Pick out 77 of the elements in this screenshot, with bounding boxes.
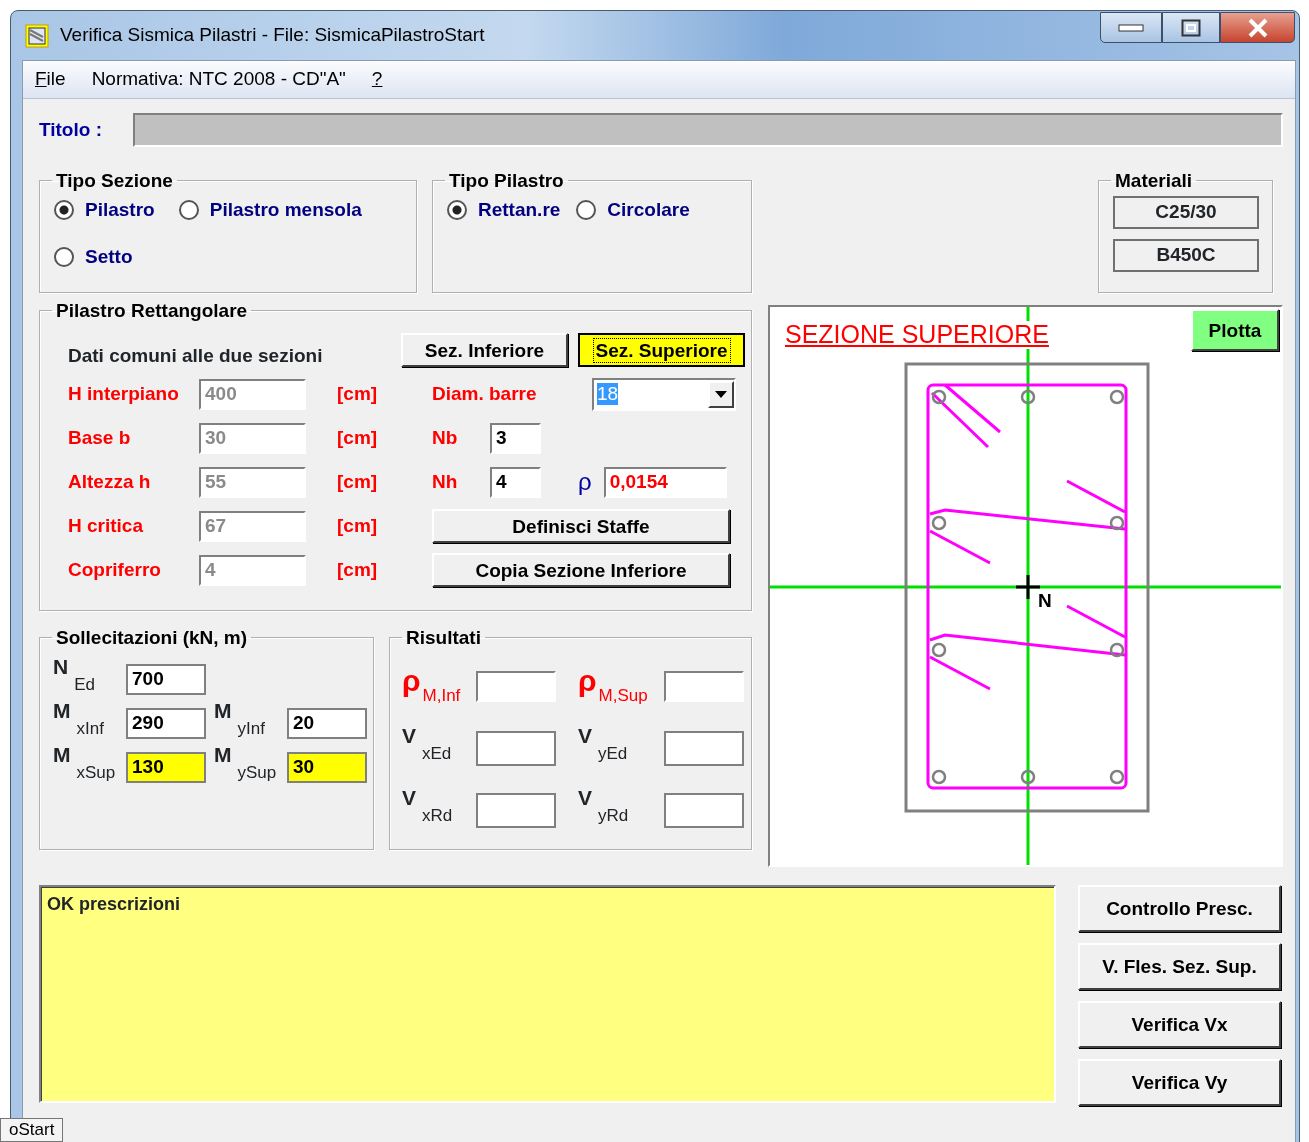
- field-label: ρ$_{M,Sup}$: [578, 664, 648, 708]
- field-label: Base b: [68, 425, 132, 450]
- close-button[interactable]: [1220, 12, 1295, 43]
- message-area: OK prescrizioni: [39, 885, 1056, 1103]
- action-button[interactable]: Copia Sezione Inferiore: [432, 553, 730, 587]
- radio-option[interactable]: Pilastro mensola: [178, 196, 362, 225]
- section-toggle-button[interactable]: Sez. Inferiore: [401, 333, 568, 367]
- radio-option[interactable]: Circolare: [576, 196, 690, 225]
- input-field[interactable]: 290: [126, 707, 206, 739]
- field-label: Copriferro: [68, 557, 162, 582]
- minimize-icon: [1118, 22, 1144, 33]
- field-label: Nh: [432, 469, 459, 494]
- section-title: SEZIONE SUPERIORE: [785, 321, 1049, 349]
- radio-icon[interactable]: [576, 200, 597, 221]
- input-field[interactable]: 20: [287, 707, 367, 739]
- material-field: B450C: [1113, 239, 1259, 272]
- radio-icon[interactable]: [447, 200, 467, 221]
- input-field[interactable]: 4: [490, 466, 541, 498]
- input-field[interactable]: 0,0154: [603, 466, 727, 498]
- radio-icon[interactable]: [54, 200, 74, 221]
- unit-label: [cm]: [337, 426, 378, 448]
- field-label: ρ$_{M,Inf}$: [402, 664, 461, 708]
- section-toggle-button[interactable]: Sez. Superiore: [578, 333, 745, 367]
- group-title: Tipo Sezione: [55, 171, 174, 190]
- action-button[interactable]: V. Fles. Sez. Sup.: [1078, 943, 1281, 990]
- input-field[interactable]: 30: [287, 751, 367, 783]
- material-field: C25/30: [1113, 196, 1259, 229]
- input-field[interactable]: [664, 670, 744, 702]
- group-title: Materiali: [1114, 171, 1194, 190]
- minimize-button[interactable]: [1100, 12, 1162, 43]
- input-field[interactable]: [476, 670, 556, 702]
- caret-icon: [715, 390, 727, 398]
- field-label: Diam. barre: [432, 381, 538, 406]
- radio-option[interactable]: Setto: [54, 242, 133, 271]
- group-title: Tipo Pilastro: [448, 171, 565, 190]
- menu-item[interactable]: ?: [371, 65, 383, 94]
- action-button[interactable]: Verifica Vy: [1078, 1059, 1281, 1106]
- window-title: Verifica Sismica Pilastri - File: SismicaPilastroStart: [60, 23, 485, 48]
- unit-label: [cm]: [337, 558, 378, 580]
- centroid-label: N: [1038, 590, 1052, 611]
- unit-label: [cm]: [337, 382, 378, 404]
- radio-option[interactable]: Pilastro: [54, 196, 155, 225]
- dropdown-arrow-button[interactable]: [708, 380, 734, 408]
- app-icon: [25, 23, 49, 48]
- action-button[interactable]: Controllo Presc.: [1078, 885, 1281, 932]
- title-label: Titolo :: [39, 117, 103, 142]
- radio-icon[interactable]: [178, 200, 199, 221]
- unit-label: [cm]: [337, 514, 378, 536]
- input-field[interactable]: 3: [490, 422, 541, 454]
- field-label: Nb: [432, 425, 459, 450]
- group-title: Sollecitazioni (kN, m): [55, 628, 249, 647]
- radio-icon[interactable]: [54, 246, 74, 267]
- action-button[interactable]: Definisci Staffe: [432, 509, 730, 543]
- maximize-icon: [1181, 18, 1201, 37]
- input-field[interactable]: 130: [126, 751, 206, 783]
- group-title: Pilastro Rettangolare: [55, 301, 249, 320]
- field-label: Altezza h: [68, 469, 152, 494]
- taskbar-tooltip: oStart: [0, 1118, 64, 1142]
- input-field[interactable]: 700: [126, 663, 206, 695]
- group-title: Risultati: [405, 628, 482, 647]
- field-label: H interpiano: [68, 381, 180, 406]
- input-field[interactable]: [664, 792, 744, 828]
- menu-item[interactable]: Normativa: NTC 2008 - CD"A": [91, 65, 346, 94]
- menu-item[interactable]: File: [35, 65, 66, 94]
- unit-label: [cm]: [337, 470, 378, 492]
- radio-option[interactable]: Rettan.re: [447, 196, 561, 225]
- rho-label: ρ: [578, 467, 592, 497]
- action-button[interactable]: Verifica Vx: [1078, 1001, 1281, 1048]
- maximize-button[interactable]: [1162, 12, 1220, 43]
- field-label: H critica: [68, 513, 144, 538]
- input-field[interactable]: [664, 730, 744, 766]
- section-subtitle: Dati comuni alle due sezioni: [68, 343, 324, 368]
- title-field[interactable]: [133, 113, 1283, 147]
- input-field[interactable]: [476, 792, 556, 828]
- plot-button[interactable]: Plotta: [1191, 309, 1279, 351]
- selected-value: 18: [597, 383, 619, 405]
- input-field[interactable]: [476, 730, 556, 766]
